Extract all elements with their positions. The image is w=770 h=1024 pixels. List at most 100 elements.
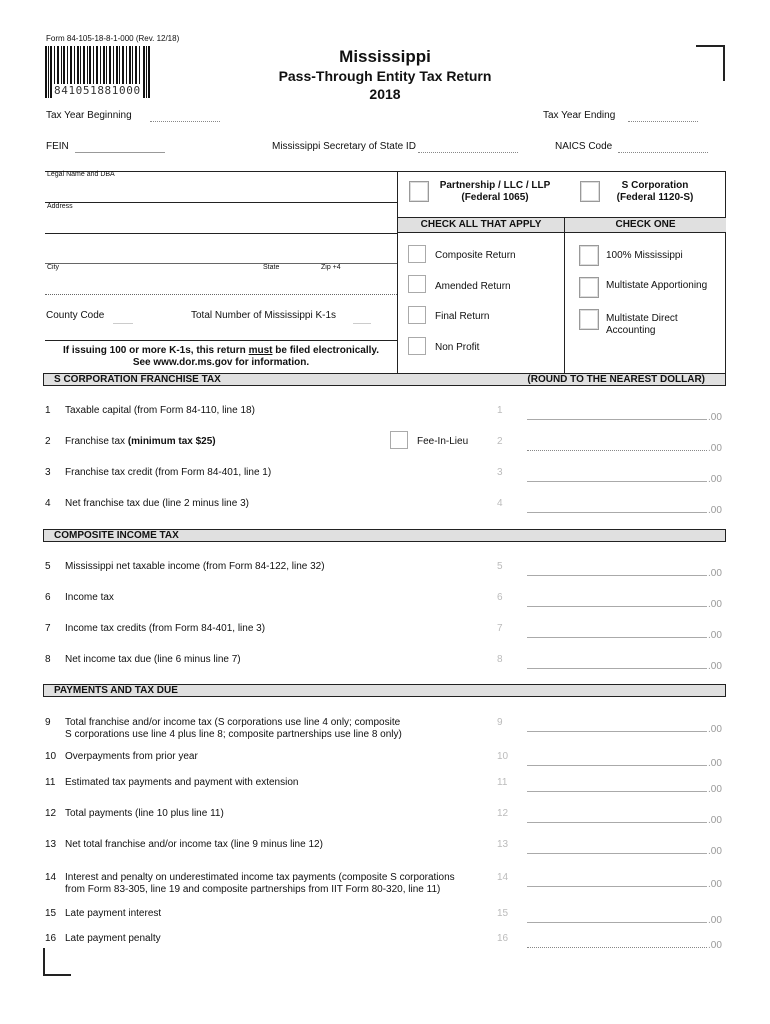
- amount-input-line-14[interactable]: [527, 872, 707, 887]
- composite-return-label: Composite Return: [435, 250, 516, 261]
- divider: [45, 294, 397, 295]
- city-state-zip-input[interactable]: [45, 272, 397, 294]
- notice-text: be filed electronically.: [272, 345, 380, 356]
- line-description: Total payments (line 10 plus line 11): [65, 808, 224, 820]
- composite-section-title: COMPOSITE INCOME TAX: [54, 530, 179, 541]
- check-all-header: CHECK ALL THAT APPLY: [398, 217, 564, 233]
- amount-line-number: 8: [497, 654, 503, 665]
- efile-notice: If issuing 100 or more K-1s, this return…: [45, 345, 397, 369]
- round-note: (ROUND TO THE NEAREST DOLLAR): [527, 374, 705, 385]
- naics-input[interactable]: [618, 152, 708, 153]
- tax-year-ending-input[interactable]: [628, 121, 698, 122]
- amount-input-line-6[interactable]: [527, 592, 707, 607]
- legal-name-label: Legal Name and DBA: [47, 171, 115, 178]
- amount-input-line-4[interactable]: [527, 498, 707, 513]
- notice-text: If issuing 100 or more K-1s, this return: [62, 345, 249, 356]
- amended-return-checkbox[interactable]: [408, 275, 426, 293]
- county-code-input[interactable]: [113, 323, 133, 324]
- partnership-label-line2: (Federal 1065): [461, 192, 529, 203]
- line-number: 11: [45, 777, 56, 788]
- zip-label: Zip +4: [321, 264, 341, 271]
- amount-input-line-12[interactable]: [527, 808, 707, 823]
- state-label: State: [263, 264, 280, 271]
- amount-line-number: 12: [497, 808, 509, 819]
- line-text: Interest and penalty on underestimated i…: [65, 872, 455, 883]
- line-text-continued: S corporations use line 4 plus line 8; c…: [65, 729, 402, 740]
- fee-in-lieu-label: Fee-In-Lieu: [417, 436, 469, 447]
- divider: [45, 233, 397, 234]
- form-state: Mississippi: [339, 47, 431, 66]
- amount-line-number: 3: [497, 467, 503, 478]
- line-description: Franchise tax credit (from Form 84-401, …: [65, 467, 271, 479]
- fee-in-lieu-checkbox[interactable]: [390, 431, 408, 449]
- tax-year-beginning-input[interactable]: [150, 121, 220, 122]
- line-description: Late payment penalty: [65, 933, 161, 945]
- line-text: Estimated tax payments and payment with …: [65, 777, 299, 788]
- line-description: Income tax: [65, 592, 114, 604]
- ms-100-checkbox[interactable]: [579, 245, 599, 266]
- amount-input-line-9[interactable]: [527, 717, 707, 732]
- line-number: 7: [45, 623, 51, 634]
- corner-mark-top-right: [696, 45, 725, 81]
- line-number: 9: [45, 717, 51, 728]
- line-text: Franchise tax credit (from Form 84-401, …: [65, 467, 272, 478]
- amended-return-label: Amended Return: [435, 281, 511, 292]
- final-return-checkbox[interactable]: [408, 306, 426, 324]
- line-number: 15: [45, 908, 57, 919]
- composite-return-checkbox[interactable]: [408, 245, 426, 263]
- amount-input-line-3[interactable]: [527, 467, 707, 482]
- cents-suffix: .00: [708, 412, 722, 423]
- k1-count-input[interactable]: [353, 323, 371, 324]
- amount-input-line-15[interactable]: [527, 908, 707, 923]
- cents-suffix: .00: [708, 815, 722, 826]
- tax-year-beginning-label: Tax Year Beginning: [46, 110, 132, 121]
- cents-suffix: .00: [708, 846, 722, 857]
- form-title: Pass-Through Entity Tax Return: [278, 68, 492, 84]
- line-text: Franchise tax: [65, 436, 128, 447]
- line-text: Taxable capital (from Form 84-110, line …: [65, 405, 255, 416]
- amount-input-line-5[interactable]: [527, 561, 707, 576]
- cents-suffix: .00: [708, 784, 722, 795]
- multistate-direct-label-line2: Accounting: [606, 325, 656, 336]
- non-profit-checkbox[interactable]: [408, 337, 426, 355]
- line-description: Franchise tax (minimum tax $25): [65, 436, 216, 448]
- line-text: Net franchise tax due (line 2 minus line…: [65, 498, 249, 509]
- notice-website: See www.dor.ms.gov for information.: [132, 357, 310, 368]
- line-description: Mississippi net taxable income (from For…: [65, 561, 325, 573]
- line-number: 5: [45, 561, 51, 572]
- line-text: Net income tax due (line 6 minus line 7): [65, 654, 241, 665]
- partnership-checkbox[interactable]: [409, 181, 429, 202]
- cents-suffix: .00: [708, 940, 722, 951]
- line-text-continued: from Form 83-305, line 19 and composite …: [65, 884, 441, 895]
- form-number: Form 84-105-18-8-1-000 (Rev. 12/18): [46, 34, 180, 43]
- line-number: 6: [45, 592, 51, 603]
- multistate-apportioning-checkbox[interactable]: [579, 277, 599, 298]
- amount-line-number: 13: [497, 839, 509, 850]
- k1-count-label: Total Number of Mississippi K-1s: [191, 310, 337, 321]
- partnership-label-line1: Partnership / LLC / LLP: [439, 180, 551, 191]
- multistate-direct-label-line1: Multistate Direct: [606, 313, 678, 324]
- scorp-label-line2: (Federal 1120-S): [616, 192, 694, 203]
- multistate-apportioning-label: Multistate Apportioning: [606, 280, 708, 291]
- line-description: Late payment interest: [65, 908, 161, 920]
- amount-input-line-10[interactable]: [527, 751, 707, 766]
- scorp-checkbox[interactable]: [580, 181, 600, 202]
- amount-input-line-8[interactable]: [527, 654, 707, 669]
- cents-suffix: .00: [708, 443, 722, 454]
- amount-input-line-16[interactable]: [527, 933, 707, 948]
- amount-input-line-1[interactable]: [527, 405, 707, 420]
- amount-input-line-11[interactable]: [527, 777, 707, 792]
- multistate-direct-checkbox[interactable]: [579, 309, 599, 330]
- line-description: Net total franchise and/or income tax (l…: [65, 839, 323, 851]
- sos-id-input[interactable]: [418, 152, 518, 153]
- amount-input-line-13[interactable]: [527, 839, 707, 854]
- sos-id-label: Mississippi Secretary of State ID: [272, 141, 416, 152]
- line-number: 10: [45, 751, 57, 762]
- cents-suffix: .00: [708, 758, 722, 769]
- legal-name-input[interactable]: [45, 180, 397, 202]
- amount-input-line-7[interactable]: [527, 623, 707, 638]
- fein-input[interactable]: [75, 152, 165, 153]
- cents-suffix: .00: [708, 599, 722, 610]
- amount-input-line-2[interactable]: [527, 436, 707, 451]
- address-input[interactable]: [45, 211, 397, 233]
